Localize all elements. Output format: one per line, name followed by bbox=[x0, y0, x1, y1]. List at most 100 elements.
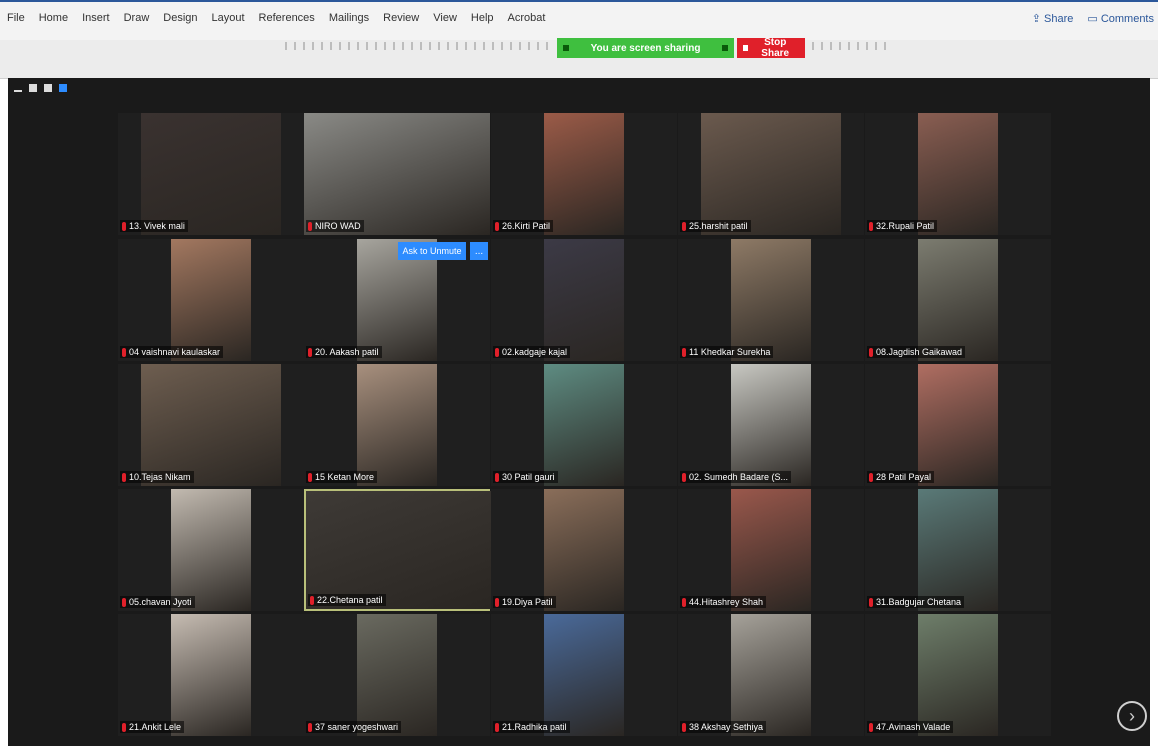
participant-name: 44.Hitashrey Shah bbox=[680, 596, 767, 608]
ruler-left bbox=[285, 42, 555, 50]
ribbon-tab-review[interactable]: Review bbox=[376, 12, 426, 24]
participant-name: 11 Khedkar Surekha bbox=[680, 346, 774, 358]
participant-name: 05.chavan Jyoti bbox=[120, 596, 195, 608]
participant-tile[interactable]: 37 saner yogeshwari bbox=[304, 614, 490, 736]
participant-video bbox=[544, 489, 624, 611]
participant-name: 38 Akshay Sethiya bbox=[680, 721, 767, 733]
participant-tile[interactable]: 19.Diya Patil bbox=[491, 489, 677, 611]
participant-video bbox=[544, 113, 624, 235]
participant-video bbox=[918, 364, 998, 486]
muted-mic-icon bbox=[682, 722, 686, 732]
participant-video bbox=[306, 491, 492, 609]
next-page-button[interactable]: › bbox=[1117, 701, 1147, 731]
muted-mic-icon bbox=[122, 472, 126, 482]
participant-name: 30 Patil gauri bbox=[493, 471, 558, 483]
participant-tile[interactable]: 30 Patil gauri bbox=[491, 364, 677, 486]
participant-tile[interactable]: 21.Radhika patil bbox=[491, 614, 677, 736]
comments-button[interactable]: ▭ Comments bbox=[1087, 12, 1154, 25]
muted-mic-icon bbox=[495, 221, 499, 231]
ribbon-tab-file[interactable]: File bbox=[0, 12, 32, 24]
muted-mic-icon bbox=[869, 597, 873, 607]
muted-mic-icon bbox=[308, 221, 312, 231]
participant-video bbox=[171, 239, 251, 361]
ribbon-tab-insert[interactable]: Insert bbox=[75, 12, 117, 24]
participant-name-label: 26.Kirti Patil bbox=[502, 221, 551, 231]
participant-tile[interactable]: 38 Akshay Sethiya bbox=[678, 614, 864, 736]
participant-name-label: 30 Patil gauri bbox=[502, 472, 555, 482]
participant-tile[interactable]: 26.Kirti Patil bbox=[491, 113, 677, 235]
participant-name: 31.Badgujar Chetana bbox=[867, 596, 965, 608]
participant-tile[interactable]: 21.Ankit Lele bbox=[118, 614, 304, 736]
participant-tile[interactable]: 02. Sumedh Badare (S... bbox=[678, 364, 864, 486]
strip-view-icon[interactable] bbox=[44, 84, 52, 92]
ribbon-tab-help[interactable]: Help bbox=[464, 12, 501, 24]
gallery-view-icon[interactable] bbox=[59, 84, 67, 92]
stop-share-button[interactable]: Stop Share bbox=[737, 37, 805, 59]
participant-name: 13. Vivek mali bbox=[120, 220, 188, 232]
participant-name: 04 vaishnavi kaulaskar bbox=[120, 346, 224, 358]
muted-mic-icon bbox=[495, 472, 499, 482]
participant-tile[interactable]: 11 Khedkar Surekha bbox=[678, 239, 864, 361]
ask-to-unmute-button[interactable]: Ask to Unmute bbox=[398, 242, 466, 260]
participant-name-label: 32.Rupali Patil bbox=[876, 221, 935, 231]
participant-name: 08.Jagdish Gaikawad bbox=[867, 346, 966, 358]
ribbon-tab-draw[interactable]: Draw bbox=[117, 12, 157, 24]
muted-mic-icon bbox=[682, 347, 686, 357]
muted-mic-icon bbox=[122, 597, 126, 607]
muted-mic-icon bbox=[869, 347, 873, 357]
participant-name: 47.Avinash Valade bbox=[867, 721, 954, 733]
participant-video bbox=[544, 239, 624, 361]
participant-tile[interactable]: 15 Ketan More bbox=[304, 364, 490, 486]
participant-tile[interactable]: 08.Jagdish Gaikawad bbox=[865, 239, 1051, 361]
participant-video bbox=[141, 113, 281, 235]
participant-tile[interactable]: 25.harshit patil bbox=[678, 113, 864, 235]
participant-video bbox=[141, 364, 281, 486]
muted-mic-icon bbox=[682, 472, 686, 482]
ribbon-tab-layout[interactable]: Layout bbox=[205, 12, 252, 24]
share-button[interactable]: ⇪ Share bbox=[1032, 12, 1074, 25]
participant-tile[interactable]: 32.Rupali Patil bbox=[865, 113, 1051, 235]
participant-name: 19.Diya Patil bbox=[493, 596, 556, 608]
ribbon-tab-home[interactable]: Home bbox=[32, 12, 75, 24]
ribbon-tab-acrobat[interactable]: Acrobat bbox=[501, 12, 553, 24]
more-options-button[interactable]: ... bbox=[470, 242, 488, 260]
speaker-view-icon[interactable] bbox=[29, 84, 37, 92]
participant-tile[interactable]: 02.kadgaje kajal bbox=[491, 239, 677, 361]
participant-tile[interactable]: 31.Badgujar Chetana bbox=[865, 489, 1051, 611]
sharing-indicator-icon bbox=[562, 45, 569, 51]
participant-name-label: 38 Akshay Sethiya bbox=[689, 722, 764, 732]
participant-name-label: 13. Vivek mali bbox=[129, 221, 185, 231]
participant-name-label: 11 Khedkar Surekha bbox=[689, 347, 771, 357]
participant-video bbox=[701, 113, 841, 235]
participant-name: 02.kadgaje kajal bbox=[493, 346, 571, 358]
minimize-icon[interactable] bbox=[14, 90, 22, 92]
participant-name-label: 10.Tejas Nikam bbox=[129, 472, 191, 482]
participant-name: 25.harshit patil bbox=[680, 220, 751, 232]
participant-name-label: 04 vaishnavi kaulaskar bbox=[129, 347, 221, 357]
ribbon-tab-view[interactable]: View bbox=[426, 12, 464, 24]
ribbon-menu: File Home Insert Draw Design Layout References… bbox=[0, 12, 552, 24]
participant-tile[interactable]: 22.Chetana patil bbox=[304, 489, 492, 611]
participant-name-label: 05.chavan Jyoti bbox=[129, 597, 192, 607]
participant-tile[interactable]: 47.Avinash Valade bbox=[865, 614, 1051, 736]
participant-tile[interactable]: 05.chavan Jyoti bbox=[118, 489, 304, 611]
participant-tile[interactable]: 10.Tejas Nikam bbox=[118, 364, 304, 486]
participant-name-label: 19.Diya Patil bbox=[502, 597, 553, 607]
participant-tile[interactable]: 13. Vivek mali bbox=[118, 113, 304, 235]
participant-name: 26.Kirti Patil bbox=[493, 220, 554, 232]
stop-icon bbox=[743, 45, 749, 51]
participant-tile[interactable]: NIRO WAD bbox=[304, 113, 490, 235]
ribbon-tab-references[interactable]: References bbox=[252, 12, 322, 24]
share-label: Share bbox=[1044, 13, 1074, 25]
participant-name-label: 44.Hitashrey Shah bbox=[689, 597, 764, 607]
stop-share-label: Stop Share bbox=[761, 37, 790, 59]
participant-video bbox=[544, 364, 624, 486]
participant-name-label: 25.harshit patil bbox=[689, 221, 748, 231]
muted-mic-icon bbox=[495, 722, 499, 732]
ribbon-tab-mailings[interactable]: Mailings bbox=[322, 12, 376, 24]
ribbon-tab-design[interactable]: Design bbox=[156, 12, 204, 24]
pause-icon[interactable] bbox=[722, 45, 729, 51]
participant-tile[interactable]: 04 vaishnavi kaulaskar bbox=[118, 239, 304, 361]
participant-tile[interactable]: 44.Hitashrey Shah bbox=[678, 489, 864, 611]
participant-tile[interactable]: 28 Patil Payal bbox=[865, 364, 1051, 486]
